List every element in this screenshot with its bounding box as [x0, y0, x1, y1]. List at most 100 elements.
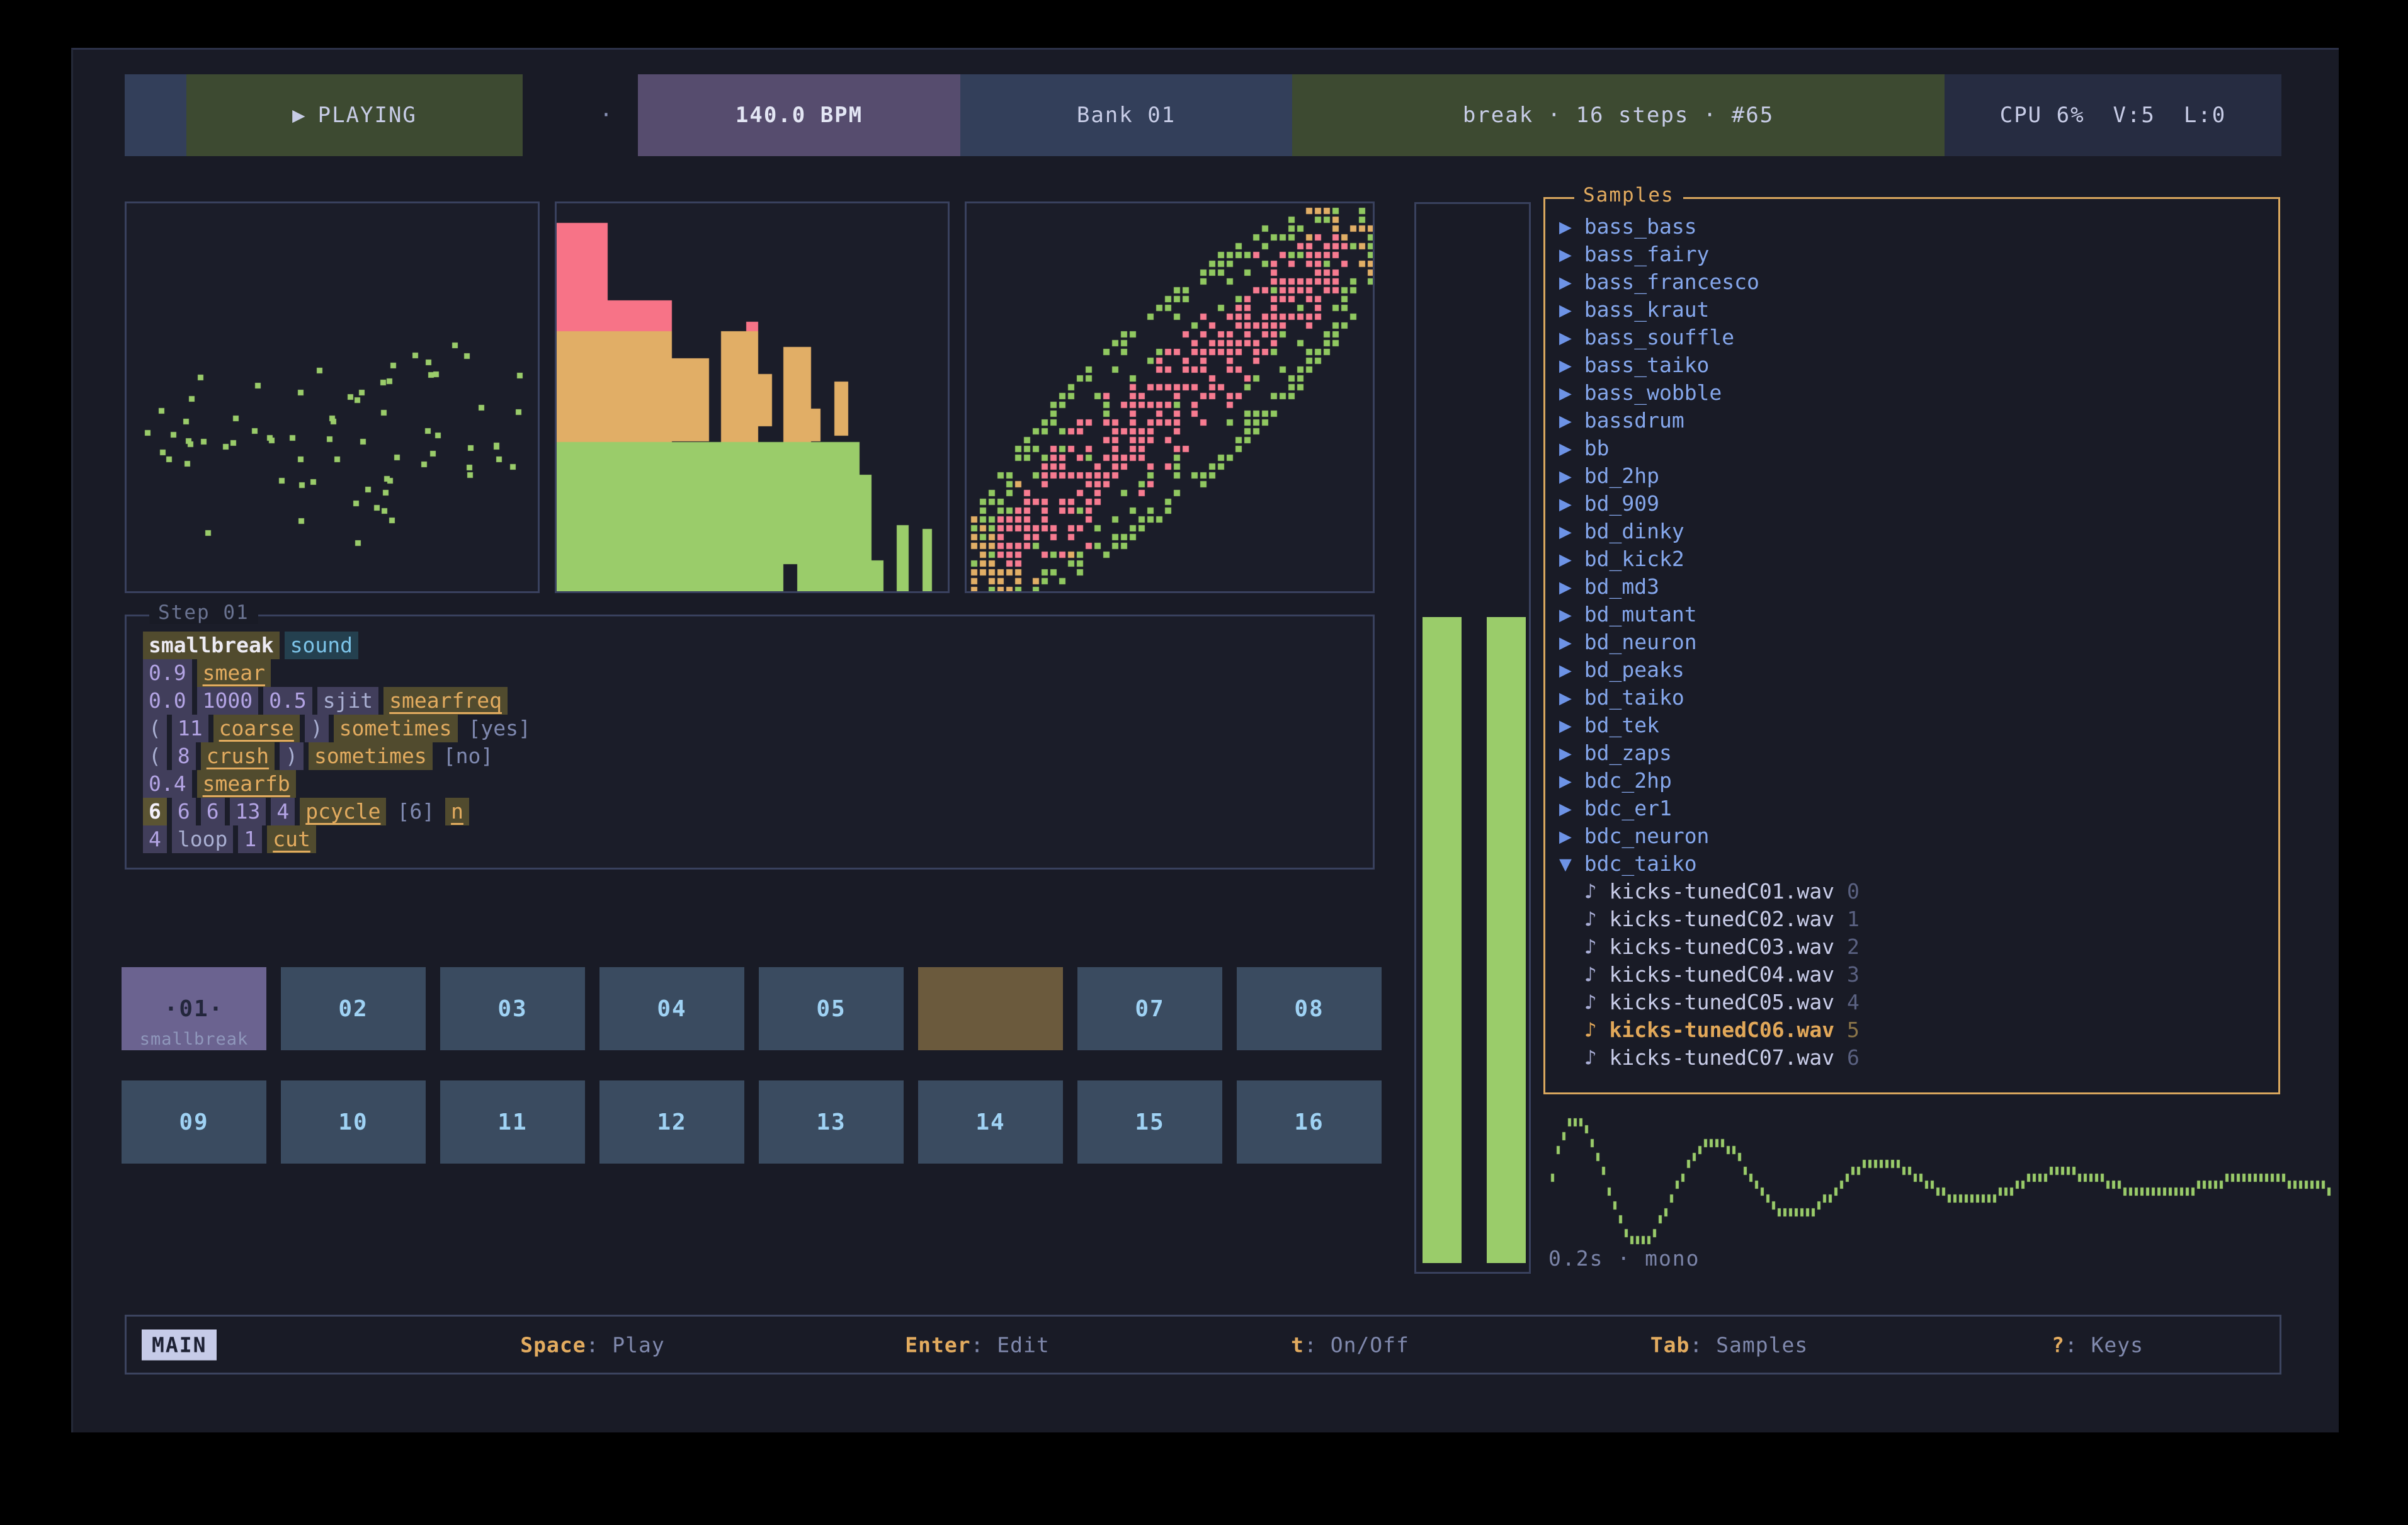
code-token[interactable]: 4 [143, 825, 167, 853]
code-token[interactable]: 0.4 [143, 770, 192, 798]
sample-folder-row[interactable]: ▶ bass_wobble [1559, 379, 2272, 407]
step-cell-12[interactable]: 12 [599, 1080, 744, 1164]
code-token[interactable]: 6 [172, 798, 196, 825]
step-cell-13[interactable]: 13 [759, 1080, 904, 1164]
step-code[interactable]: smallbreaksound0.9smear0.010000.5sjitsme… [143, 632, 1360, 861]
code-token[interactable]: sound [285, 632, 358, 659]
code-line: 0.4smearfb [143, 770, 1360, 798]
code-token[interactable]: [6] [391, 798, 440, 825]
sample-folder-row[interactable]: ▶ bd_909 [1559, 490, 2272, 518]
note-icon: ♪ [1584, 879, 1597, 904]
sample-folder-row[interactable]: ▶ bass_souffle [1559, 324, 2272, 351]
level-meter-box [1414, 202, 1531, 1274]
sample-folder-row[interactable]: ▶ bd_dinky [1559, 518, 2272, 545]
code-token[interactable]: n [445, 798, 469, 825]
code-token[interactable]: sometimes [334, 715, 458, 742]
step-cell-05[interactable]: 05 [759, 967, 904, 1050]
sample-folder-row[interactable]: ▶ bd_taiko [1559, 684, 2272, 711]
code-token[interactable]: smallbreak [143, 632, 280, 659]
sample-folder-row[interactable]: ▶ bd_kick2 [1559, 545, 2272, 573]
code-token[interactable]: coarse [213, 715, 300, 742]
sample-folder-row[interactable]: ▶ bd_peaks [1559, 656, 2272, 684]
step-cell-02[interactable]: 02 [281, 967, 426, 1050]
sample-folder-row[interactable]: ▶ bd_2hp [1559, 462, 2272, 490]
sample-folder-row[interactable]: ▶ bdc_er1 [1559, 795, 2272, 822]
sample-folder-row[interactable]: ▶ bb [1559, 434, 2272, 462]
sample-folder-row[interactable]: ▶ bass_taiko [1559, 351, 2272, 379]
sample-file-row[interactable]: ♪ kicks-tunedC04.wav 3 [1559, 961, 2272, 989]
step-cell-09[interactable]: 09 [122, 1080, 266, 1164]
sample-folder-row[interactable]: ▶ bass_bass [1559, 213, 2272, 241]
bpm-display[interactable]: 140.0 BPM [638, 74, 960, 156]
code-token[interactable]: smearfb [197, 770, 296, 798]
sample-file-row[interactable]: ♪ kicks-tunedC05.wav 4 [1559, 989, 2272, 1016]
sample-folder-row[interactable]: ▶ bd_mutant [1559, 601, 2272, 628]
code-token[interactable]: 0.5 [263, 687, 312, 715]
code-token[interactable]: 4 [271, 798, 295, 825]
code-token[interactable]: pcycle [300, 798, 386, 825]
sample-file-index: 3 [1847, 962, 1860, 987]
step-cell-08[interactable]: 08 [1237, 967, 1382, 1050]
code-token[interactable]: [no] [438, 742, 499, 770]
sample-folder-row[interactable]: ▶ bass_francesco [1559, 268, 2272, 296]
sample-folder-name: bass_francesco [1584, 269, 1759, 294]
sample-file-row[interactable]: ♪ kicks-tunedC03.wav 2 [1559, 933, 2272, 961]
code-token[interactable]: 13 [230, 798, 266, 825]
step-cell-04[interactable]: 04 [599, 967, 744, 1050]
sample-folder-row[interactable]: ▶ bd_md3 [1559, 573, 2272, 601]
step-cell-01[interactable]: ·01·smallbreak [122, 967, 266, 1050]
sample-file-row[interactable]: ♪ kicks-tunedC06.wav 5 [1559, 1016, 2272, 1044]
code-token[interactable]: 1 [238, 825, 262, 853]
code-token[interactable]: loop [172, 825, 233, 853]
sample-file-row[interactable]: ♪ kicks-tunedC01.wav 0 [1559, 878, 2272, 905]
code-token[interactable]: [yes] [463, 715, 537, 742]
bank-display[interactable]: Bank 01 [960, 74, 1292, 156]
code-line: 0.010000.5sjitsmearfreq [143, 687, 1360, 715]
code-token[interactable]: smear [197, 659, 271, 687]
sample-file-row[interactable]: ♪ kicks-tunedC07.wav 6 [1559, 1044, 2272, 1072]
code-token[interactable]: ( [143, 742, 167, 770]
step-cell-03[interactable]: 03 [440, 967, 585, 1050]
step-cell-14[interactable]: 14 [918, 1080, 1063, 1164]
code-token[interactable]: ) [305, 715, 329, 742]
step-cell-07[interactable]: 07 [1077, 967, 1222, 1050]
code-token[interactable]: 11 [172, 715, 208, 742]
note-icon: ♪ [1584, 962, 1597, 987]
sample-folder-row[interactable]: ▶ bass_fairy [1559, 241, 2272, 268]
sample-file-name: kicks-tunedC04.wav [1610, 962, 1835, 987]
step-cell-15[interactable]: 15 [1077, 1080, 1222, 1164]
sample-folder-name: bd_taiko [1584, 685, 1684, 710]
code-token[interactable]: 0.0 [143, 687, 192, 715]
trigger-scatter-panel [125, 201, 540, 593]
sample-folder-row[interactable]: ▶ bd_neuron [1559, 628, 2272, 656]
play-icon: ▶ [292, 103, 306, 128]
step-cell-06[interactable]: 06 [918, 967, 1063, 1050]
chevron-right-icon: ▶ [1559, 685, 1572, 710]
sample-folder-row[interactable]: ▶ bass_kraut [1559, 296, 2272, 324]
transport-status[interactable]: ▶ PLAYING [186, 74, 523, 156]
code-token[interactable]: 0.9 [143, 659, 192, 687]
sample-folder-row[interactable]: ▶ bdc_2hp [1559, 767, 2272, 795]
sample-folder-row[interactable]: ▶ bd_zaps [1559, 739, 2272, 767]
samples-panel[interactable]: Samples ▶ bass_bass▶ bass_fairy▶ bass_fr… [1543, 197, 2280, 1094]
code-token[interactable]: smearfreq [383, 687, 508, 715]
sample-folder-row[interactable]: ▶ bd_tek [1559, 711, 2272, 739]
code-token[interactable]: cut [267, 825, 316, 853]
sample-file-row[interactable]: ♪ kicks-tunedC02.wav 1 [1559, 905, 2272, 933]
code-token[interactable]: 6 [201, 798, 225, 825]
step-cell-11[interactable]: 11 [440, 1080, 585, 1164]
step-cell-16[interactable]: 16 [1237, 1080, 1382, 1164]
code-token[interactable]: sometimes [309, 742, 433, 770]
sample-folder-row[interactable]: ▶ bassdrum [1559, 407, 2272, 434]
code-token[interactable]: 1000 [197, 687, 258, 715]
code-token[interactable]: ( [143, 715, 167, 742]
code-token[interactable]: sjit [317, 687, 378, 715]
step-cell-10[interactable]: 10 [281, 1080, 426, 1164]
code-token[interactable]: 6 [143, 798, 167, 825]
code-token[interactable]: crush [201, 742, 275, 770]
sample-folder-row[interactable]: ▼ bdc_taiko [1559, 850, 2272, 878]
code-token[interactable]: 8 [172, 742, 196, 770]
code-token[interactable]: ) [280, 742, 304, 770]
step-cell-sample-label: smallbreak [122, 1029, 266, 1049]
sample-folder-row[interactable]: ▶ bdc_neuron [1559, 822, 2272, 850]
